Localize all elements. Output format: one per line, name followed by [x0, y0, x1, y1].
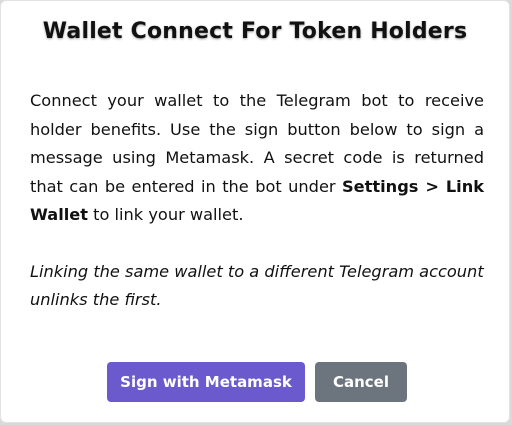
dialog-body: Connect your wallet to the Telegram bot …: [30, 87, 484, 315]
wallet-connect-dialog: Wallet Connect For Token Holders Connect…: [0, 0, 510, 423]
instructions-paragraph: Connect your wallet to the Telegram bot …: [30, 87, 484, 230]
warning-paragraph: Linking the same wallet to a different T…: [30, 261, 484, 310]
dialog-title: Wallet Connect For Token Holders: [42, 19, 468, 44]
instructions-text-end: to link your wallet.: [88, 205, 244, 224]
cancel-button[interactable]: Cancel: [315, 362, 407, 402]
sign-with-metamask-button[interactable]: Sign with Metamask: [107, 362, 305, 402]
dialog-actions: Sign with Metamask Cancel: [107, 362, 407, 402]
